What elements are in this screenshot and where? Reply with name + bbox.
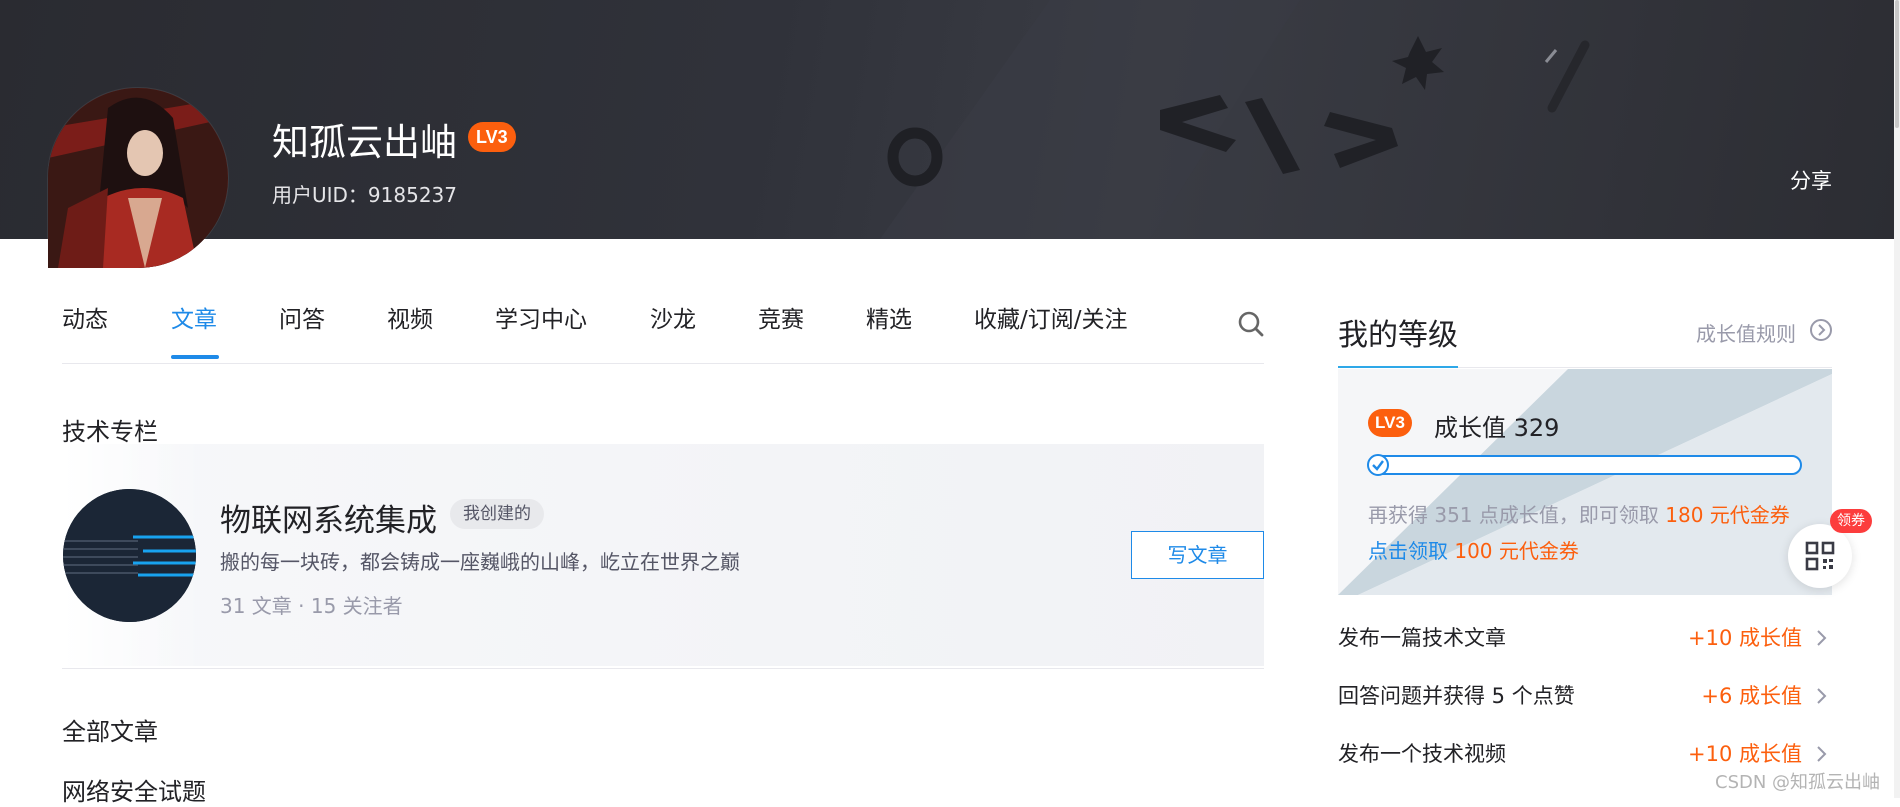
- user-avatar[interactable]: [48, 88, 228, 268]
- column-description: 搬的每一块砖，都会铸成一座巍峨的山峰，屹立在世界之巅: [220, 550, 740, 574]
- task-label: 发布一个技术视频: [1338, 742, 1506, 766]
- claim-coupon-link[interactable]: 点击领取: [1368, 539, 1448, 563]
- tab-contest[interactable]: 竞赛: [758, 300, 804, 334]
- level-badge-small: LV3: [1368, 409, 1412, 437]
- created-by-me-badge: 我创建的: [450, 499, 544, 529]
- tab-videos[interactable]: 视频: [387, 300, 433, 334]
- share-button[interactable]: 分享: [1790, 165, 1832, 195]
- claim-coupon-amount: 100 元代金券: [1454, 539, 1579, 563]
- chevron-right-icon: [1817, 630, 1827, 646]
- username: 知孤云出岫: [272, 121, 457, 164]
- all-articles-heading: 全部文章: [62, 718, 158, 746]
- column-stats: 31 文章 · 15 关注者: [220, 594, 403, 618]
- check-glyph: [1372, 460, 1384, 471]
- search-icon[interactable]: [1237, 310, 1265, 338]
- chevron-right-circle-icon[interactable]: [1810, 319, 1832, 341]
- my-level-heading: 我的等级: [1338, 318, 1458, 353]
- coupon-badge[interactable]: 领券: [1830, 509, 1872, 533]
- next-reward-amount: 180 元代金券: [1665, 503, 1790, 527]
- tab-dynamics[interactable]: 动态: [62, 300, 108, 334]
- avatar-illustration: [48, 88, 228, 268]
- claim-coupon-row: 点击领取 100 元代金券: [1368, 535, 1579, 564]
- task-reward: +10 成长值: [1688, 742, 1802, 766]
- column-cover-image[interactable]: [63, 489, 196, 622]
- coupon-float-widget[interactable]: [1788, 524, 1852, 588]
- qrcode-icon: [1805, 541, 1835, 571]
- article-title-link[interactable]: 网络安全试题: [62, 772, 206, 807]
- growth-task-row[interactable]: 发布一个技术视频 +10 成长值: [1338, 738, 1832, 772]
- next-reward-prefix: 再获得 351 点成长值，即可领取: [1368, 503, 1659, 527]
- tabs-divider: [62, 363, 1264, 364]
- page-scrollbar[interactable]: [1894, 0, 1900, 798]
- tab-salon[interactable]: 沙龙: [650, 300, 696, 334]
- tab-qa[interactable]: 问答: [279, 300, 325, 334]
- tab-featured[interactable]: 精选: [866, 300, 912, 334]
- chevron-right-icon: [1817, 746, 1827, 762]
- scrollbar-thumb[interactable]: [1895, 0, 1899, 128]
- task-reward: +10 成长值: [1688, 626, 1802, 650]
- tech-column-heading: 技术专栏: [62, 418, 158, 446]
- growth-progress-bar: [1368, 455, 1802, 475]
- level-badge: LV3: [468, 122, 516, 152]
- task-label: 回答问题并获得 5 个点赞: [1338, 684, 1575, 708]
- task-reward: +6 成长值: [1701, 684, 1802, 708]
- active-tab-indicator: [171, 355, 219, 359]
- growth-task-row[interactable]: 回答问题并获得 5 个点赞 +6 成长值: [1338, 680, 1832, 714]
- rules-chevron-glyph: [1818, 324, 1826, 336]
- column-title[interactable]: 物联网系统集成: [220, 495, 437, 540]
- column-cover-art: [63, 489, 196, 622]
- write-article-button[interactable]: 写文章: [1131, 531, 1264, 579]
- check-circle-icon: [1367, 454, 1389, 476]
- task-label: 发布一篇技术文章: [1338, 626, 1506, 650]
- growth-rules-link[interactable]: 成长值规则: [1696, 318, 1796, 347]
- level-heading-underline: [1338, 366, 1458, 368]
- tab-articles[interactable]: 文章: [171, 300, 217, 334]
- next-reward-hint: 再获得 351 点成长值，即可领取 180 元代金券: [1368, 499, 1790, 528]
- tab-learning-center[interactable]: 学习中心: [495, 300, 587, 334]
- section-divider: [62, 668, 1264, 669]
- growth-value: 成长值 329: [1434, 414, 1560, 442]
- user-uid: 用户UID：9185237: [272, 183, 458, 207]
- tab-favorites[interactable]: 收藏/订阅/关注: [974, 300, 1128, 334]
- chevron-right-icon: [1817, 688, 1827, 704]
- csdn-watermark: CSDN @知孤云出岫: [1715, 772, 1881, 793]
- growth-task-row[interactable]: 发布一篇技术文章 +10 成长值: [1338, 622, 1832, 656]
